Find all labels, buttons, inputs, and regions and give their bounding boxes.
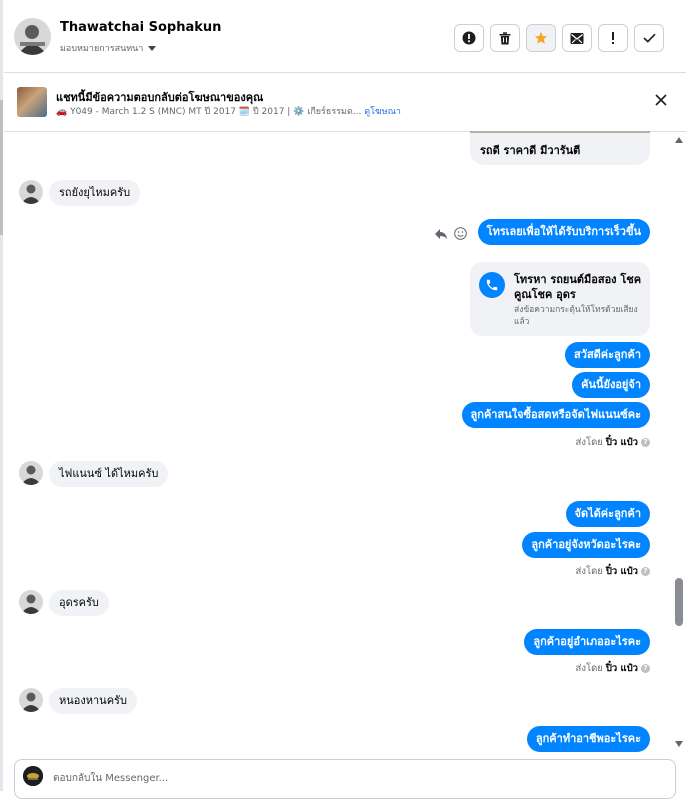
reply-input[interactable] [51, 766, 655, 790]
mark-unread-button[interactable] [562, 24, 592, 52]
sent-by-prefix: ส่งโดย [575, 566, 603, 577]
delete-button[interactable] [490, 24, 520, 52]
spam-report-icon [462, 31, 476, 45]
help-icon[interactable]: ? [641, 664, 650, 673]
sender-name: ปิ๋ว แป๋ว [605, 566, 638, 577]
incoming-message[interactable]: หนองหานครับ [49, 688, 137, 714]
call-request-card[interactable]: โทรหา รถยนต์มือสอง โชคคูณโชค อุดร ส่งข้อ… [470, 262, 650, 336]
sent-by-label: ส่งโดย ปิ๋ว แป๋ว ? [576, 435, 650, 450]
close-icon[interactable] [654, 93, 668, 107]
sender-name: ปิ๋ว แป๋ว [605, 437, 638, 448]
outgoing-message[interactable]: สวัสดีค่ะลูกค้า [565, 342, 650, 368]
ad-card-image [470, 131, 650, 133]
reply-composer [14, 759, 676, 799]
avatar [19, 590, 43, 614]
message-actions [434, 227, 467, 240]
assign-label: มอบหมายการสนทนา [60, 44, 144, 54]
outgoing-message[interactable]: ลูกค้าอยู่อำเภออะไรคะ [524, 629, 650, 655]
help-icon[interactable]: ? [641, 438, 650, 447]
help-icon[interactable]: ? [641, 567, 650, 576]
ad-summary: 🚗 Y049 - March 1.2 S (MNC) MT ปี 2017 🗓️… [56, 107, 362, 117]
outgoing-message[interactable]: โทรเลยเพื่อให้ได้รับบริการเร็วขึ้น [477, 219, 650, 245]
outgoing-message[interactable]: ลูกค้าทำอาชีพอะไรคะ [526, 726, 650, 752]
emoji-react-icon[interactable] [454, 227, 467, 240]
incoming-message[interactable]: รถยังยุไหมครับ [49, 180, 141, 206]
ad-card-caption: รถดี ราคาดี มีวารันตี [480, 144, 581, 157]
header-actions [454, 24, 664, 52]
avatar [19, 461, 43, 485]
spam-report-button[interactable] [454, 24, 484, 52]
left-window-edge [0, 0, 3, 791]
outgoing-message[interactable]: ลูกค้าอยู่จังหวัดอะไรคะ [522, 532, 650, 558]
trash-icon [499, 31, 511, 44]
contact-avatar[interactable] [14, 18, 51, 55]
star-icon [534, 31, 548, 44]
conversation-header: Thawatchai Sophakun มอบหมายการสนทนา [4, 0, 686, 73]
caret-down-icon [148, 45, 157, 51]
mark-done-button[interactable] [634, 24, 664, 52]
ad-card[interactable]: รถดี ราคาดี มีวารันตี [470, 131, 650, 165]
sent-by-label: ส่งโดย ปิ๋ว แป๋ว ? [576, 564, 650, 579]
outgoing-message[interactable]: คันนี้ยังอยู่จ้า [572, 372, 650, 398]
contact-name[interactable]: Thawatchai Sophakun [60, 20, 221, 35]
message-thread: รถดี ราคาดี มีวารันตี รถยังยุไหมครับ โทร… [4, 131, 670, 753]
incoming-message[interactable]: อุดรครับ [49, 590, 109, 616]
follow-up-button[interactable] [598, 24, 628, 52]
reply-icon[interactable] [434, 228, 448, 240]
thread-scrollbar[interactable] [672, 131, 686, 753]
scroll-thumb[interactable] [675, 578, 683, 626]
call-card-subtitle: ส่งข้อความกระตุ้นให้โทรด้วยเสียงแล้ว [514, 305, 638, 327]
exclamation-icon [612, 32, 614, 44]
view-ad-link[interactable]: ดูโฆษณา [364, 107, 401, 117]
mark-unread-icon [570, 32, 584, 44]
call-card-title: โทรหา รถยนต์มือสอง โชคคูณโชค อุดร [514, 273, 642, 301]
sent-by-prefix: ส่งโดย [575, 437, 603, 448]
phone-icon [479, 272, 505, 298]
outgoing-message[interactable]: ลูกค้าสนใจซื้อสดหรือจัดไฟแนนซ์คะ [461, 402, 650, 428]
assign-conversation-dropdown[interactable]: มอบหมายการสนทนา [60, 41, 157, 55]
avatar [19, 688, 43, 712]
sent-by-prefix: ส่งโดย [575, 663, 603, 674]
scroll-up-arrow-icon[interactable] [675, 137, 683, 143]
sent-by-label: ส่งโดย ปิ๋ว แป๋ว ? [576, 661, 650, 676]
incoming-message[interactable]: ไฟแนนซ์ ได้ไหมครับ [49, 461, 169, 487]
sender-name: ปิ๋ว แป๋ว [605, 663, 638, 674]
page-avatar [23, 766, 43, 786]
check-icon [642, 33, 656, 43]
scroll-down-arrow-icon[interactable] [675, 741, 683, 747]
ad-reply-banner: แชทนี้มีข้อความตอบกลับต่อโฆษณาของคุณ 🚗 Y… [4, 73, 686, 132]
avatar [19, 180, 43, 204]
left-scroll-thumb[interactable] [0, 100, 3, 235]
star-button[interactable] [526, 24, 556, 52]
ad-banner-subtitle: 🚗 Y049 - March 1.2 S (MNC) MT ปี 2017 🗓️… [56, 104, 401, 118]
ad-thumbnail[interactable] [17, 87, 47, 117]
outgoing-message[interactable]: จัดได้ค่ะลูกค้า [565, 501, 650, 527]
